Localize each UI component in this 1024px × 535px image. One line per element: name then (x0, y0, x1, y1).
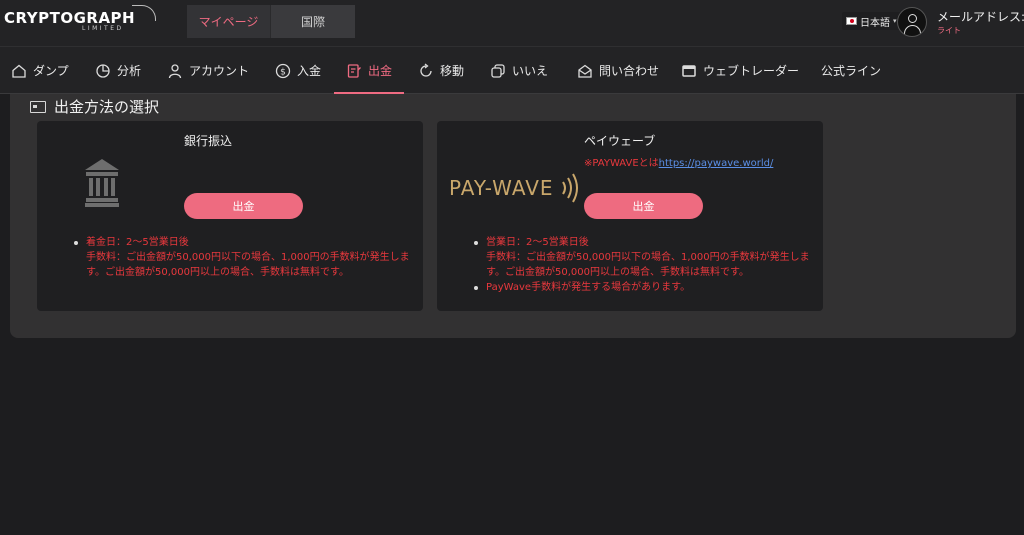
language-selector[interactable]: 日本語 ▾ (842, 12, 901, 30)
svg-text:$: $ (280, 67, 286, 77)
nav-item-label: アカウント (189, 64, 250, 78)
logo[interactable]: CRYPTOGRAPH LIMITED (4, 5, 156, 35)
list-item: 営業日：2〜5営業日後 (474, 235, 812, 250)
nav-item-label: 入金 (297, 64, 322, 78)
paywave-withdraw-button[interactable]: 出金 (584, 193, 703, 219)
nav-item-no[interactable]: いいえ (490, 47, 548, 94)
copy-icon (490, 63, 506, 79)
user-plan-badge: ライト (937, 26, 961, 35)
nav-item-label: ダンプ (33, 64, 69, 78)
nav-item-webtrader[interactable]: ウェブトレーダー (681, 47, 799, 94)
nav-item-dump[interactable]: ダンプ (11, 47, 69, 94)
user-email-label: メールアドレス: (937, 10, 1024, 24)
main-nav: ダンプ 分析 アカウント $ 入金 出金 移動 いいえ 問い合わせ ウェブトレー… (0, 46, 1024, 94)
paywave-logo: PAY-WAVE (449, 173, 580, 203)
tab-mypage[interactable]: マイページ (187, 5, 271, 38)
card-paywave: ペイウェーブ ※PAYWAVEとはhttps://paywave.world/ … (437, 121, 823, 311)
refresh-icon (418, 62, 434, 79)
bank-withdraw-button[interactable]: 出金 (184, 193, 303, 219)
nav-item-deposit[interactable]: $ 入金 (275, 47, 321, 94)
paywave-note-prefix: ※PAYWAVEとは (584, 158, 659, 169)
user-icon (908, 14, 917, 23)
paywave-link[interactable]: https://paywave.world/ (659, 158, 774, 169)
nav-item-transfer[interactable]: 移動 (418, 47, 464, 94)
card-title: ペイウェーブ (584, 134, 656, 148)
user-body-shape (904, 25, 921, 35)
language-label: 日本語 (860, 17, 890, 29)
list-item: 着金日：2〜5営業日後 (74, 235, 412, 250)
nav-item-withdraw[interactable]: 出金 (333, 47, 405, 94)
avatar[interactable] (897, 7, 927, 37)
window-icon (681, 63, 697, 79)
list-item: 手数料：ご出金額が50,000円以下の場合、1,000円の手数料が発生します。ご… (86, 252, 410, 278)
japan-flag-icon (846, 17, 857, 25)
nav-item-account[interactable]: アカウント (167, 47, 249, 94)
withdraw-panel: 出金方法の選択 銀行振込 出金 着金日：2〜5営業日後 手数料：ご出金額が50,… (10, 94, 1016, 338)
nav-item-label: ウェブトレーダー (703, 64, 800, 78)
nav-item-label: 出金 (368, 64, 393, 78)
card-icon (30, 100, 46, 113)
nav-item-analysis[interactable]: 分析 (95, 47, 141, 94)
list-item: 手数料：ご出金額が50,000円以下の場合、1,000円の手数料が発生します。ご… (486, 252, 810, 278)
paywave-logo-text: PAY-WAVE (449, 176, 554, 200)
logo-arc-icon (132, 5, 156, 21)
paywave-info-list: 営業日：2〜5営業日後 手数料：ご出金額が50,000円以下の場合、1,000円… (474, 235, 812, 295)
section-title: 出金方法の選択 (30, 96, 159, 117)
pie-chart-icon (95, 63, 111, 79)
nav-item-label: 問い合わせ (599, 64, 660, 78)
nav-item-label: いいえ (512, 64, 549, 78)
mail-open-icon (577, 63, 593, 79)
user-icon (167, 63, 183, 79)
top-header: CRYPTOGRAPH LIMITED マイページ 国際 日本語 ▾ メールアド… (0, 0, 1024, 46)
nav-item-label: 分析 (117, 64, 142, 78)
paywave-note: ※PAYWAVEとはhttps://paywave.world/ (584, 154, 773, 169)
bank-info-list: 着金日：2〜5営業日後 手数料：ご出金額が50,000円以下の場合、1,000円… (74, 235, 412, 280)
withdraw-icon (346, 63, 362, 79)
header-tabs: マイページ 国際 (187, 5, 355, 38)
nav-item-official-line[interactable]: 公式ライン (821, 47, 881, 94)
caret-down-icon: ▾ (893, 17, 897, 25)
logo-subtext: LIMITED (82, 25, 124, 32)
card-bank-transfer: 銀行振込 出金 着金日：2〜5営業日後 手数料：ご出金額が50,000円以下の場… (37, 121, 423, 311)
nav-item-contact[interactable]: 問い合わせ (577, 47, 659, 94)
card-title: 銀行振込 (184, 134, 233, 148)
bank-icon (85, 159, 119, 207)
section-title-text: 出金方法の選択 (54, 98, 160, 116)
contactless-icon (561, 173, 578, 203)
home-icon (11, 63, 27, 79)
coin-icon: $ (275, 63, 291, 79)
nav-item-label: 公式ライン (821, 64, 882, 78)
list-item: PayWave手数料が発生する場合があります。 (474, 280, 812, 295)
tab-international[interactable]: 国際 (271, 5, 355, 38)
nav-item-label: 移動 (440, 64, 465, 78)
